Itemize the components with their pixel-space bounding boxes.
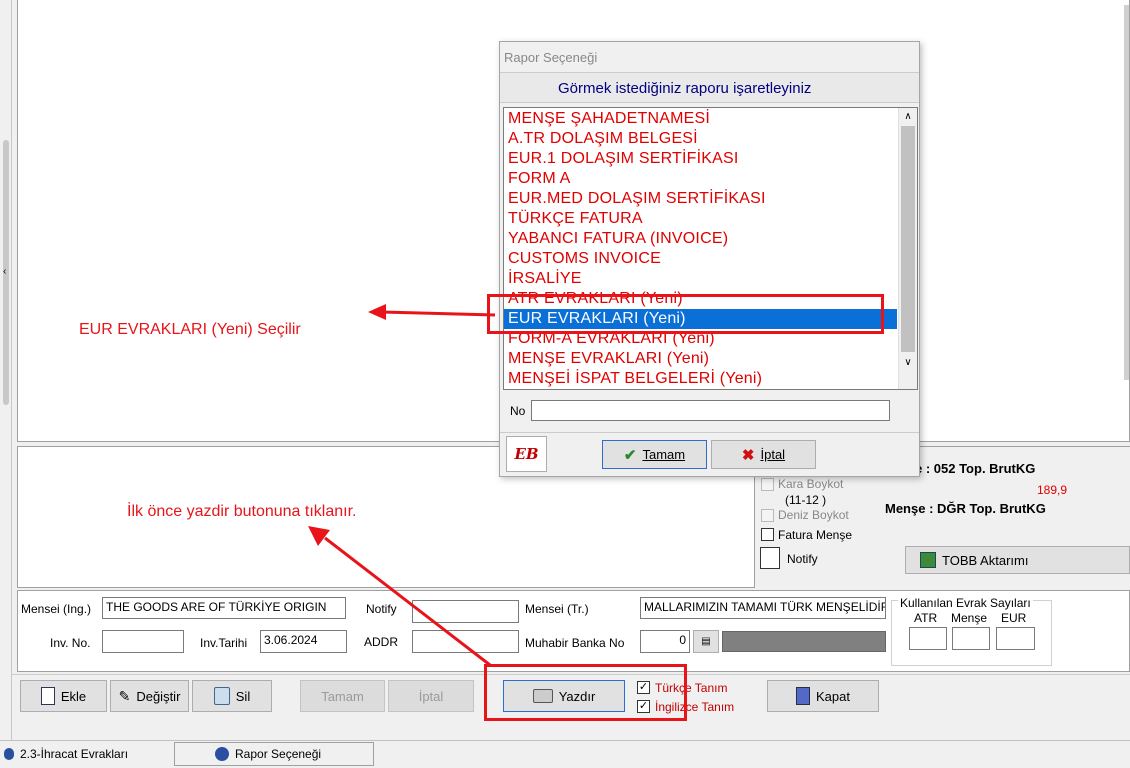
dialog-ok-button[interactable]: ✔ Tamam xyxy=(602,440,707,469)
deniz-boykot-checkbox[interactable] xyxy=(761,509,774,522)
x-icon: ✖ xyxy=(741,446,755,464)
scroll-thumb[interactable] xyxy=(901,126,915,352)
report-list-item[interactable]: MENŞE ŞAHADETNAMESİ xyxy=(504,109,917,129)
mense-052-label: e : 052 Top. BrutKG xyxy=(915,461,1036,476)
tamam-label: Tamam xyxy=(321,688,364,704)
report-list-item[interactable]: EUR.1 DOLAŞIM SERTİFİKASI xyxy=(504,149,917,169)
annotation-select-note: EUR EVRAKLARI (Yeni) Seçilir xyxy=(79,321,301,338)
check-icon: ✔ xyxy=(623,446,637,464)
tobb-icon xyxy=(920,552,936,568)
dialog-ok-label: Tamam xyxy=(642,447,686,462)
no-label: No xyxy=(510,404,526,418)
evrak-mense-label: Menşe xyxy=(951,611,988,625)
scroll-up-icon[interactable]: ∧ xyxy=(899,108,917,126)
degistir-label: Değiştir xyxy=(136,688,181,704)
annotation-print-note: İlk önce yazdir butonuna tıklanır. xyxy=(127,503,357,520)
edit-pencil-icon: ✎ xyxy=(118,687,131,704)
calendar-button[interactable]: ▤ xyxy=(693,630,719,653)
right-scroll-thumb[interactable] xyxy=(1124,5,1129,380)
evrak-mense-input[interactable] xyxy=(952,627,990,650)
evrak-atr-input[interactable] xyxy=(909,627,947,650)
dialog-header: Görmek istediğiniz raporu işaretleyiniz xyxy=(558,80,812,97)
dialog-cancel-button[interactable]: ✖ İptal xyxy=(711,440,816,469)
mensei-tr-input[interactable]: MALLARIMIZIN TAMAMI TÜRK MENŞELİDİR xyxy=(640,597,886,619)
report-list-item[interactable]: EUR.MED DOLAŞIM SERTİFİKASI xyxy=(504,189,917,209)
kara-boykot-checkbox[interactable] xyxy=(761,478,774,491)
degistir-button[interactable]: ✎ Değiştir xyxy=(110,680,189,712)
sil-label: Sil xyxy=(235,688,251,704)
report-list-item[interactable]: MENŞE EVRAKLARI (Yeni) xyxy=(504,349,917,369)
report-list-item[interactable]: İRSALİYE xyxy=(504,269,917,289)
report-list-item[interactable]: TÜRKÇE FATURA xyxy=(504,209,917,229)
evrak-eur-label: EUR xyxy=(1001,611,1027,625)
recycle-bin-icon xyxy=(213,687,230,705)
muhabir-input[interactable]: 0 xyxy=(640,630,690,653)
report-list-item[interactable]: CUSTOMS INVOICE xyxy=(504,249,917,269)
report-list-items: MENŞE ŞAHADETNAMESİ A.TR DOLAŞIM BELGESİ E… xyxy=(504,108,917,389)
kara-range-label: (11-12 ) xyxy=(785,493,827,507)
dialog-button-bar xyxy=(500,432,919,476)
mense-dgr-label: Menşe : DĞR Top. BrutKG xyxy=(885,501,1046,516)
dialog-cancel-label: İptal xyxy=(760,447,786,462)
report-list-item[interactable]: YABANCI FATURA (INVOICE) xyxy=(504,229,917,249)
eb-logo: EB xyxy=(506,436,547,472)
report-list-item[interactable]: A.TR DOLAŞIM BELGESİ xyxy=(504,129,917,149)
app-icon-rapor xyxy=(215,747,229,761)
evrak-atr-label: ATR xyxy=(914,611,938,625)
tobb-button-label: TOBB Aktarımı xyxy=(942,552,1029,568)
brut-value: 189,9 xyxy=(1037,483,1068,497)
report-dialog: Rapor Seçeneği Görmek istediğiniz raporu… xyxy=(499,41,920,477)
new-document-icon xyxy=(40,687,55,705)
iptal-label: İptal xyxy=(418,688,444,704)
deniz-boykot-label: Deniz Boykot xyxy=(778,508,849,522)
no-input[interactable] xyxy=(531,400,890,421)
tobb-button[interactable]: TOBB Aktarımı xyxy=(905,546,1130,574)
muhabir-name-field xyxy=(722,631,886,652)
evrak-title: Kullanılan Evrak Sayıları xyxy=(898,596,1033,610)
exit-door-icon xyxy=(796,687,810,705)
annotation-selected-highlight xyxy=(487,294,884,334)
collapse-arrow-icon[interactable]: ‹ xyxy=(3,266,6,277)
mensei-tr-label: Mensei (Tr.) xyxy=(525,602,589,616)
ekle-label: Ekle xyxy=(60,688,87,704)
app-icon xyxy=(4,748,14,760)
report-list-item[interactable]: FORM A xyxy=(504,169,917,189)
annotation-arrow-left xyxy=(368,304,496,320)
inv-no-label: Inv. No. xyxy=(50,636,91,650)
dialog-title: Rapor Seçeneği xyxy=(504,50,598,65)
tamam-button[interactable]: Tamam xyxy=(300,680,385,712)
taskbar-item-rapor[interactable]: Rapor Seçeneği xyxy=(174,742,374,766)
ekle-button[interactable]: Ekle xyxy=(20,680,107,712)
inv-tarihi-label: Inv.Tarihi xyxy=(200,636,248,650)
mensei-ing-label: Mensei (Ing.) xyxy=(21,602,92,616)
annotation-yazdir-highlight xyxy=(484,664,687,721)
scroll-down-icon[interactable]: ∨ xyxy=(899,352,917,370)
notify-label: Notify xyxy=(787,552,818,566)
inv-no-input[interactable] xyxy=(102,630,184,653)
muhabir-label: Muhabir Banka No xyxy=(525,636,625,650)
sil-button[interactable]: Sil xyxy=(192,680,272,712)
annotation-arrow-up xyxy=(308,526,491,667)
notify-checkbox[interactable] xyxy=(760,547,780,569)
report-list-item[interactable]: MENŞEİ İSPAT BELGELERİ (Yeni) xyxy=(504,369,917,389)
taskbar-item-rapor-label: Rapor Seçeneği xyxy=(235,747,322,761)
taskbar-item-ihracat-label: 2.3-İhracat Evrakları xyxy=(20,747,129,761)
fatura-mense-label: Fatura Menşe xyxy=(778,528,853,542)
evrak-eur-input[interactable] xyxy=(996,627,1035,650)
iptal-button[interactable]: İptal xyxy=(388,680,474,712)
kara-boykot-label: Kara Boykot xyxy=(778,477,844,491)
list-scrollbar[interactable]: ∧ ∨ xyxy=(898,108,917,389)
kapat-button[interactable]: Kapat xyxy=(767,680,879,712)
fatura-mense-checkbox[interactable] xyxy=(761,528,774,541)
eb-logo-text: EB xyxy=(514,445,539,463)
taskbar-item-ihracat[interactable]: 2.3-İhracat Evrakları xyxy=(0,742,170,766)
kapat-label: Kapat xyxy=(816,688,850,704)
report-list[interactable]: MENŞE ŞAHADETNAMESİ A.TR DOLAŞIM BELGESİ E… xyxy=(503,107,918,390)
